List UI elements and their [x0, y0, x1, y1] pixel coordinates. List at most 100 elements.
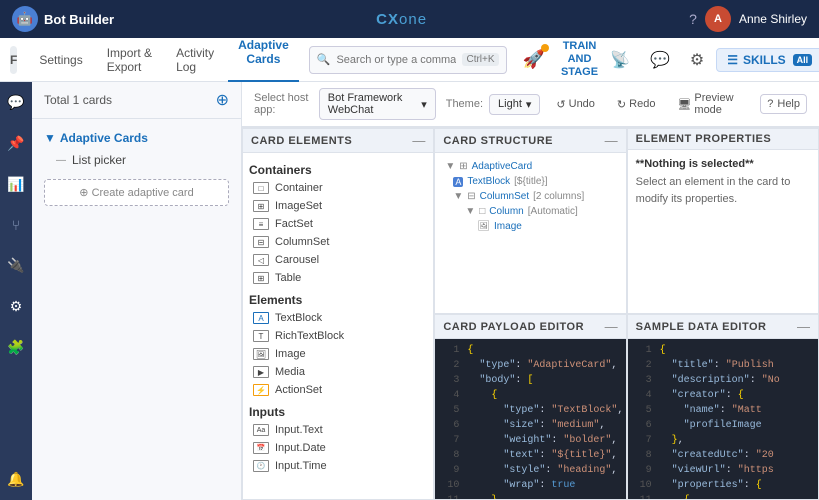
help-button[interactable]: ? Help	[760, 94, 807, 114]
nav-chat-icon[interactable]: 💬	[642, 38, 678, 82]
sample-data-title: SAMPLE DATA EDITOR	[636, 321, 767, 333]
card-elements-title: CARD ELEMENTS	[251, 135, 352, 147]
redo-button[interactable]: ↻ Redo	[611, 95, 662, 114]
element-richtextblock[interactable]: T RichTextBlock	[249, 327, 427, 345]
element-textblock[interactable]: A TextBlock	[249, 309, 427, 327]
element-factset[interactable]: ≡ FactSet	[249, 215, 427, 233]
card-payload-header: CARD PAYLOAD EDITOR —	[435, 315, 625, 339]
nav-activity-log[interactable]: ActivityLog	[166, 38, 224, 82]
panels-grid: CARD ELEMENTS — Containers □ Container ⊞…	[242, 127, 819, 500]
code-line: 7 "weight": "bolder",	[439, 433, 621, 448]
containers-label: Containers	[249, 159, 427, 179]
element-input-date[interactable]: 📅 Input.Date	[249, 439, 427, 457]
sidebar-chart-icon[interactable]: 📊	[3, 172, 28, 197]
list-picker-item[interactable]: — List picker	[32, 149, 241, 171]
sidebar-pin-icon[interactable]: 📌	[3, 131, 28, 156]
element-input-time[interactable]: 🕐 Input.Time	[249, 457, 427, 475]
element-table[interactable]: ⊞ Table	[249, 269, 427, 287]
code-line: 5 "name": "Matt	[632, 403, 814, 418]
nav-settings[interactable]: Settings	[29, 38, 92, 82]
preview-mode-button[interactable]: 🖥 Preview mode	[671, 89, 750, 119]
struct-textblock[interactable]: A TextBlock [${title}]	[441, 174, 619, 189]
kbd-shortcut: Ctrl+K	[462, 53, 498, 66]
code-line: 7 },	[632, 433, 814, 448]
code-line: 2 "type": "AdaptiveCard",	[439, 358, 621, 373]
code-line: 11 {	[632, 493, 814, 499]
actionset-icon: ⚡	[253, 384, 269, 396]
struct-adaptive-card[interactable]: ▼ ⊞ AdaptiveCard	[441, 159, 619, 174]
host-app-select[interactable]: Bot Framework WebChat ▾	[319, 88, 436, 120]
host-app-group: Select host app: Bot Framework WebChat ▾	[254, 88, 436, 120]
menu-icon: ☰	[727, 53, 738, 67]
sidebar-plug-icon[interactable]: 🔌	[3, 253, 28, 278]
element-imageset[interactable]: ⊞ ImageSet	[249, 197, 427, 215]
element-properties-header: ELEMENT PROPERTIES	[628, 129, 818, 150]
sidebar-branch-icon[interactable]: ⑂	[8, 213, 24, 237]
help-icon[interactable]: ?	[689, 11, 697, 27]
element-carousel[interactable]: ◁ Carousel	[249, 251, 427, 269]
card-payload-editor[interactable]: 1{ 2 "type": "AdaptiveCard", 3 "body": […	[435, 339, 625, 499]
chevron-down-icon: ▾	[421, 98, 427, 111]
table-icon: ⊞	[253, 272, 269, 284]
train-stage-label[interactable]: TRAIN AND STAGE	[561, 38, 598, 82]
element-media[interactable]: ▶ Media	[249, 363, 427, 381]
header-right: ? A Anne Shirley	[689, 6, 807, 32]
tree-section-header[interactable]: ▼ Adaptive Cards	[44, 131, 229, 145]
add-card-button[interactable]: ⊕	[216, 90, 229, 110]
minimize-icon[interactable]: —	[412, 133, 425, 148]
input-time-icon: 🕐	[253, 460, 269, 472]
chevron-down-icon: ▼	[465, 206, 475, 217]
minimize-icon[interactable]: —	[797, 319, 810, 334]
nav-settings-icon[interactable]: ⚙	[682, 38, 712, 82]
struct-columnset[interactable]: ▼ ⊟ ColumnSet [2 columns]	[441, 189, 619, 204]
minimize-icon[interactable]: —	[605, 319, 618, 334]
code-line: 11 },	[439, 493, 621, 499]
element-container[interactable]: □ Container	[249, 179, 427, 197]
code-line: 8 "createdUtc": "20	[632, 448, 814, 463]
element-properties-panel: ELEMENT PROPERTIES **Nothing is selected…	[627, 128, 819, 314]
card-elements-panel: CARD ELEMENTS — Containers □ Container ⊞…	[242, 128, 434, 500]
train-stage-text-line1: TRAIN AND	[561, 40, 598, 66]
train-stage-button[interactable]: 🚀	[511, 38, 557, 82]
element-input-text[interactable]: Aa Input.Text	[249, 421, 427, 439]
nav-adaptive-cards[interactable]: Adaptive Cards	[228, 38, 299, 82]
sidebar-puzzle-icon[interactable]: 🧩	[3, 335, 28, 360]
card-structure-title: CARD STRUCTURE	[443, 135, 553, 147]
nav-f-button[interactable]: F	[10, 46, 17, 74]
skills-button[interactable]: ☰ SKILLS All	[716, 48, 819, 72]
undo-button[interactable]: ↺ Undo	[550, 95, 601, 114]
code-line: 3 "description": "No	[632, 373, 814, 388]
editor-toolbar: Select host app: Bot Framework WebChat ▾…	[242, 82, 819, 127]
code-line: 5 "type": "TextBlock",	[439, 403, 621, 418]
inputs-label: Inputs	[249, 399, 427, 421]
preview-icon: 🖥	[677, 98, 691, 111]
search-input[interactable]	[336, 54, 456, 66]
nothing-selected-label: **Nothing is selected**	[636, 158, 810, 170]
struct-column[interactable]: ▼ □ Column [Automatic]	[441, 204, 619, 219]
app-logo: 🤖 Bot Builder	[12, 6, 114, 32]
create-card-button[interactable]: ⊕ Create adaptive card	[44, 179, 229, 206]
element-image[interactable]: 🖼 Image	[249, 345, 427, 363]
chevron-down-icon: ▼	[44, 131, 56, 145]
theme-select[interactable]: Light ▾	[489, 94, 540, 115]
element-properties-content: **Nothing is selected** Select an elemen…	[628, 150, 818, 313]
code-line: 4 {	[439, 388, 621, 403]
section-label: Adaptive Cards	[60, 131, 148, 145]
code-line: 2 "title": "Publish	[632, 358, 814, 373]
struct-image[interactable]: 🖼 Image	[441, 219, 619, 234]
container-icon: □	[253, 182, 269, 194]
element-actionset[interactable]: ⚡ ActionSet	[249, 381, 427, 399]
code-line: 6 "size": "medium",	[439, 418, 621, 433]
image-icon: 🖼	[477, 221, 490, 232]
sidebar-chat-icon[interactable]: 💬	[3, 90, 28, 115]
minimize-icon[interactable]: —	[605, 133, 618, 148]
sample-data-editor[interactable]: 1{ 2 "title": "Publish 3 "description": …	[628, 339, 818, 499]
sidebar-gear-icon[interactable]: ⚙	[6, 294, 27, 319]
code-line: 1{	[439, 343, 621, 358]
nav-import-export[interactable]: Import &Export	[97, 38, 162, 82]
sample-data-panel: SAMPLE DATA EDITOR — 1{ 2 "title": "Publ…	[627, 314, 819, 500]
ac-icon: ⊞	[459, 161, 467, 172]
element-columnset[interactable]: ⊟ ColumnSet	[249, 233, 427, 251]
nav-broadcast-icon[interactable]: 📡	[602, 38, 638, 82]
sidebar-bell-icon[interactable]: 🔔	[3, 467, 28, 492]
